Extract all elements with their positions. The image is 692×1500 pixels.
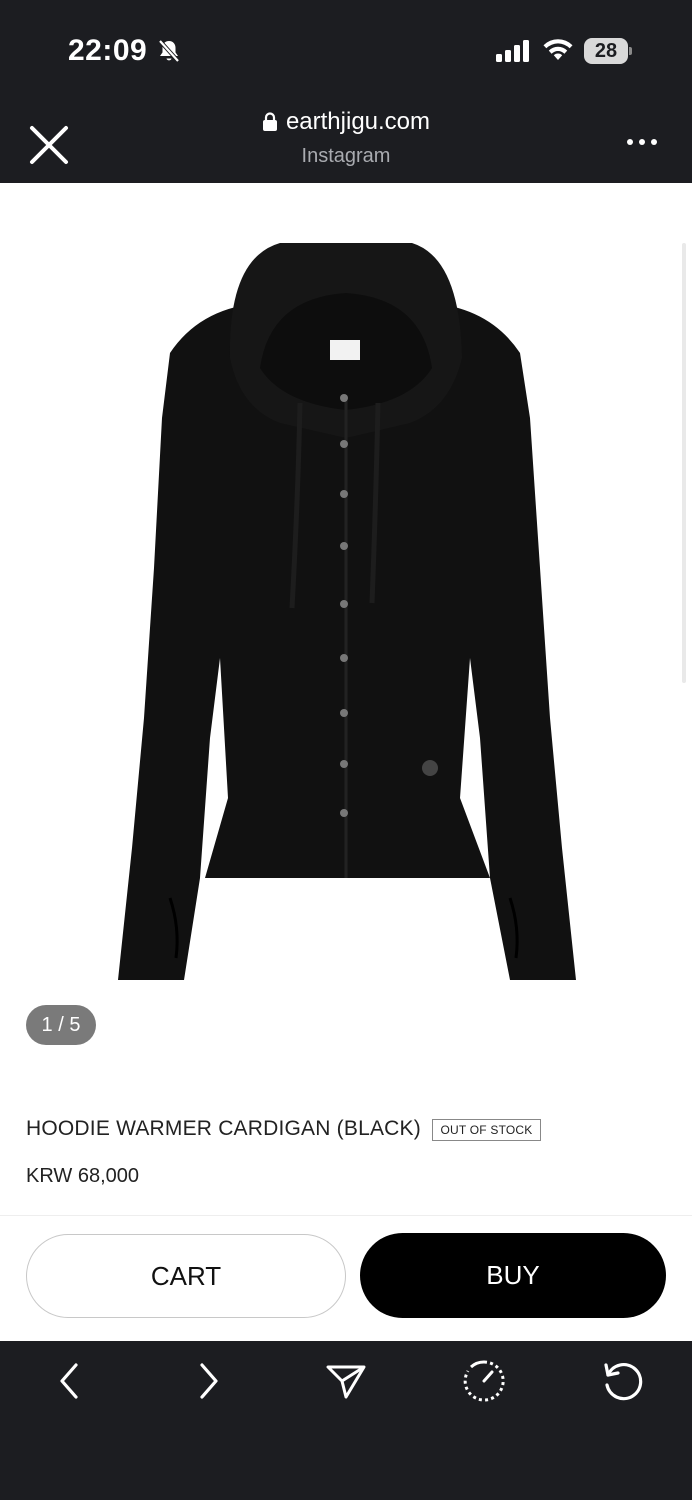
status-bar: 22:09 28 xyxy=(0,0,692,100)
more-options-icon[interactable] xyxy=(624,130,660,154)
timer-icon[interactable] xyxy=(462,1359,506,1403)
forward-arrow-icon[interactable] xyxy=(186,1359,230,1403)
bell-off-icon xyxy=(158,39,180,63)
product-price: KRW 68,000 xyxy=(26,1165,140,1187)
wifi-icon xyxy=(543,39,573,60)
share-icon[interactable] xyxy=(324,1359,368,1403)
battery-tip xyxy=(629,47,632,55)
status-time: 22:09 xyxy=(68,34,148,67)
url-display[interactable]: earthjigu.com Instagram xyxy=(0,108,692,168)
browser-bottom-toolbar xyxy=(0,1341,692,1500)
source-label: Instagram xyxy=(301,145,391,167)
cart-button[interactable]: CART xyxy=(26,1234,346,1318)
purchase-action-bar: CART BUY xyxy=(0,1215,692,1341)
page-scrollbar[interactable] xyxy=(682,243,686,683)
in-app-browser-header: earthjigu.com Instagram xyxy=(0,100,692,183)
image-pager-badge: 1 / 5 xyxy=(26,1005,96,1045)
battery-indicator: 28 xyxy=(584,38,632,64)
product-image[interactable] xyxy=(110,238,582,988)
product-title: HOODIE WARMER CARDIGAN (BLACK) xyxy=(26,1117,421,1140)
cellular-signal-icon xyxy=(496,40,529,62)
stock-status-badge: OUT OF STOCK xyxy=(432,1119,541,1141)
product-page: 1 / 5 HOODIE WARMER CARDIGAN (BLACK) OUT… xyxy=(0,183,692,1215)
back-arrow-icon[interactable] xyxy=(48,1359,92,1403)
buy-button[interactable]: BUY xyxy=(360,1233,666,1318)
battery-level: 28 xyxy=(584,38,628,64)
reload-icon[interactable] xyxy=(600,1359,644,1403)
url-text: earthjigu.com xyxy=(285,108,431,135)
lock-icon xyxy=(262,112,277,131)
